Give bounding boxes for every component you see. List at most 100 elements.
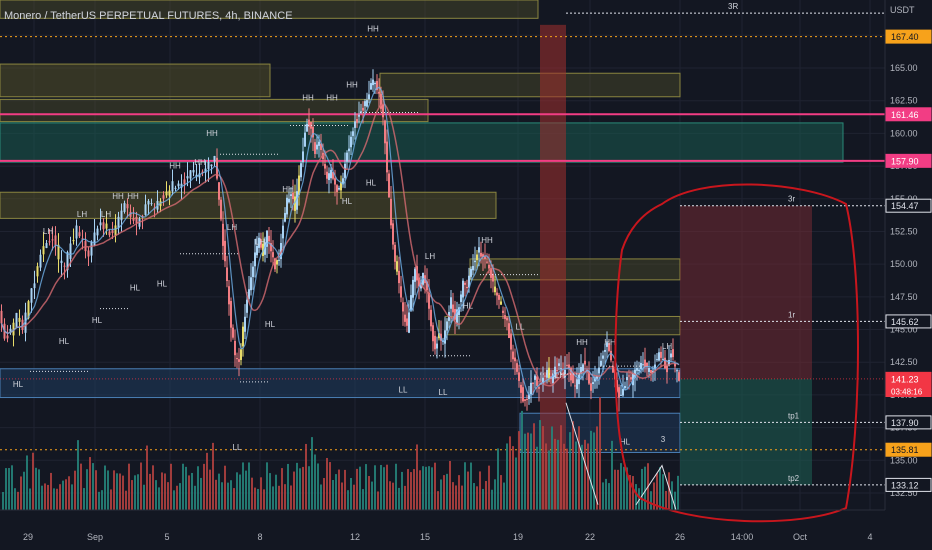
volume-bar <box>425 466 427 510</box>
candle <box>238 359 240 362</box>
volume-bar <box>194 485 196 510</box>
candle <box>126 204 129 209</box>
volume-bar <box>17 491 19 510</box>
candle <box>508 323 510 339</box>
candle <box>526 399 528 401</box>
chart-title: Monero / TetherUS PERPETUAL FUTURES, 4h,… <box>4 10 293 22</box>
volume-bar <box>47 484 49 510</box>
volume-bar <box>20 476 22 510</box>
candle <box>502 310 504 313</box>
x-tick-label: 12 <box>350 532 360 542</box>
candle <box>484 256 486 259</box>
volume-bar <box>362 489 364 510</box>
volume-bar <box>335 474 337 510</box>
volume-bar <box>242 462 244 510</box>
candle <box>678 372 680 381</box>
candle <box>368 94 370 100</box>
price-label: 145.62 <box>891 317 919 327</box>
swing-label-ll: LL <box>516 323 525 332</box>
volume-bar <box>209 469 211 510</box>
volume-bar <box>368 476 370 510</box>
candle <box>362 107 364 111</box>
volume-bar <box>398 487 400 510</box>
candle <box>576 379 578 390</box>
candle <box>382 104 384 118</box>
candle <box>171 181 174 192</box>
volume-bar <box>152 465 154 510</box>
candle <box>602 355 604 359</box>
candle <box>165 191 168 196</box>
volume-bar <box>359 466 361 510</box>
swing-label-hl: HL <box>366 179 377 188</box>
candle <box>36 266 39 277</box>
volume-bar <box>659 467 661 510</box>
volume-bar <box>536 446 538 510</box>
volume-bar <box>419 470 421 510</box>
volume-bar <box>239 474 241 510</box>
volume-bar <box>218 473 220 510</box>
target-label-tp2: tp2 <box>788 474 800 483</box>
candle <box>234 340 236 356</box>
candle <box>386 141 388 173</box>
volume-bar <box>122 475 124 510</box>
candle <box>566 364 568 366</box>
volume-bar <box>206 452 208 510</box>
candle <box>592 382 594 385</box>
volume-bar <box>341 482 343 510</box>
candle <box>670 353 672 358</box>
volume-bar <box>365 464 367 510</box>
volume-bar <box>299 468 301 510</box>
volume-bar <box>446 473 448 510</box>
volume-bar <box>173 490 175 510</box>
volume-bar <box>113 470 115 510</box>
volume-bar <box>563 443 565 510</box>
candle <box>548 367 550 379</box>
volume-bar <box>389 481 391 510</box>
volume-bar <box>38 469 40 510</box>
candle <box>102 222 105 230</box>
volume-bar <box>509 436 511 510</box>
volume-bar <box>635 484 637 510</box>
candle <box>384 120 386 144</box>
volume-bar <box>371 481 373 510</box>
volume-bar <box>77 440 79 510</box>
price-label: 135.81 <box>891 445 919 455</box>
swing-label-lh: LH <box>77 210 87 219</box>
volume-bar <box>548 450 550 510</box>
candle <box>183 179 186 185</box>
candle <box>664 357 666 369</box>
price-axis: 132.50135.00137.50140.00142.50145.00147.… <box>884 0 932 550</box>
y-tick-label: 147.50 <box>890 292 918 302</box>
volume-bar <box>80 463 82 510</box>
volume-bar <box>413 469 415 510</box>
swing-label-lh: LH <box>255 238 265 247</box>
candle <box>434 335 436 350</box>
candle <box>354 121 356 128</box>
candle <box>662 358 664 360</box>
candle <box>111 230 114 234</box>
volume-bar <box>98 491 100 510</box>
candle <box>228 286 230 305</box>
volume-bar <box>44 483 46 510</box>
volume-bar <box>35 467 37 510</box>
volume-bar <box>353 484 355 510</box>
swing-label-hh: HH <box>194 158 206 167</box>
volume-bar <box>251 477 253 510</box>
candle <box>650 370 652 374</box>
volume-bar <box>182 463 184 510</box>
x-tick-label: 8 <box>257 532 262 542</box>
volume-bar <box>491 489 493 510</box>
volume-bar <box>296 462 298 510</box>
candle <box>622 389 624 396</box>
swing-label-hh: HH <box>367 24 379 33</box>
volume-bar <box>470 462 472 510</box>
target-label-3R: 3R <box>728 2 738 11</box>
candle <box>186 176 189 179</box>
swing-label-hh: HH <box>326 94 338 103</box>
volume-bar <box>572 421 574 510</box>
volume-bar <box>557 439 559 510</box>
candle <box>604 349 606 352</box>
price-chart[interactable]: 3R3r1rtp1tp2HLHLHLHL HLLHLH LHHH HHHH HHHHLH… <box>0 0 932 550</box>
candle <box>666 365 668 373</box>
candle <box>278 259 280 261</box>
